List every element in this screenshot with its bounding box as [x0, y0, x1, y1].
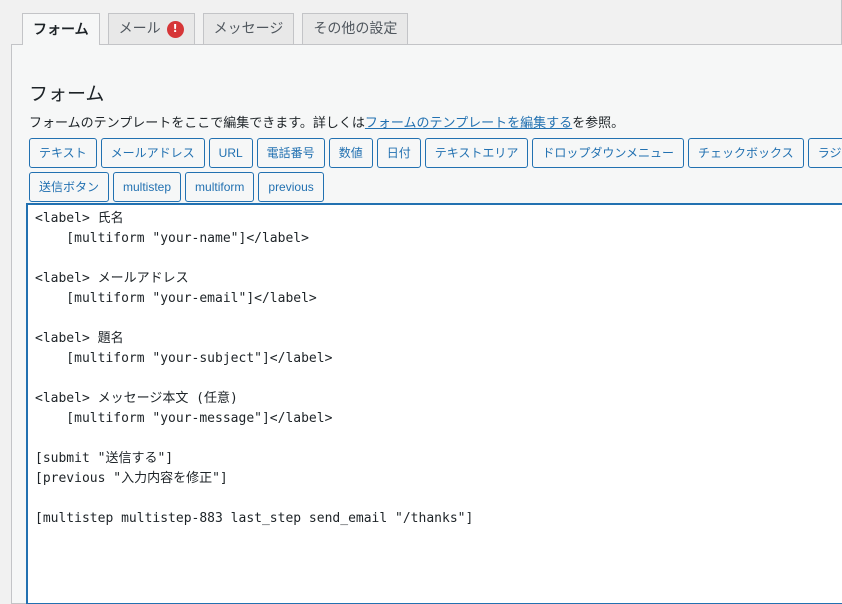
form-panel: フォーム フォームのテンプレートをここで編集できます。詳しくはフォームのテンプレ…	[11, 44, 842, 604]
tag-generator-row-2: 送信ボタン multistep multiform previous	[29, 172, 324, 202]
tag-button-select[interactable]: ドロップダウンメニュー	[532, 138, 685, 168]
tab-bar: フォーム メール ! メッセージ その他の設定	[22, 13, 409, 45]
tag-button-submit[interactable]: 送信ボタン	[29, 172, 110, 202]
panel-title: フォーム	[29, 83, 105, 105]
tag-button-previous[interactable]: previous	[258, 172, 324, 202]
tag-button-multistep[interactable]: multistep	[113, 172, 182, 202]
tag-generator-row-1: テキスト メールアドレス URL 電話番号 数値 日付 テキストエリア ドロップ…	[29, 138, 842, 168]
tag-button-multiform[interactable]: multiform	[185, 172, 255, 202]
tag-button-checkbox[interactable]: チェックボックス	[688, 138, 804, 168]
tab-label: その他の設定	[313, 21, 398, 37]
tab-label: メッセージ	[213, 21, 284, 37]
form-template-editor[interactable]: <label> 氏名 [multiform "your-name"]</labe…	[27, 204, 842, 604]
warning-icon: !	[166, 20, 184, 38]
tag-button-text[interactable]: テキスト	[29, 138, 97, 168]
window-frame: フォーム メール ! メッセージ その他の設定 フォーム フォームのテンプレート…	[0, 0, 842, 604]
desc-suffix: を参照。	[572, 116, 625, 131]
tab-messages[interactable]: メッセージ	[202, 13, 295, 44]
tag-button-url[interactable]: URL	[208, 138, 253, 168]
edit-template-link[interactable]: フォームのテンプレートを編集する	[365, 116, 572, 131]
panel-description: フォームのテンプレートをここで編集できます。詳しくはフォームのテンプレートを編集…	[29, 112, 624, 131]
desc-prefix: フォームのテンプレートをここで編集できます。詳しくは	[29, 116, 365, 131]
tab-mail[interactable]: メール !	[107, 13, 195, 44]
tab-label: メール	[118, 21, 161, 37]
tag-button-tel[interactable]: 電話番号	[256, 138, 325, 168]
tab-label: フォーム	[33, 21, 89, 38]
tag-button-textarea[interactable]: テキストエリア	[424, 138, 529, 168]
tag-button-radio[interactable]: ラジオボ	[807, 138, 842, 168]
tag-button-email[interactable]: メールアドレス	[100, 138, 205, 168]
tag-button-date[interactable]: 日付	[376, 138, 421, 168]
tab-form[interactable]: フォーム	[22, 13, 100, 45]
tag-button-number[interactable]: 数値	[328, 138, 373, 168]
tab-additional-settings[interactable]: その他の設定	[302, 13, 409, 44]
